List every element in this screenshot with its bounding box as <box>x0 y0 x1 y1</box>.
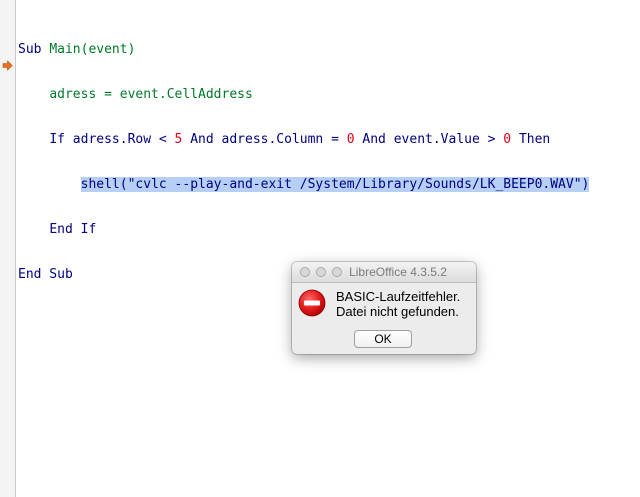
stop-icon <box>298 289 326 317</box>
arrow-right-icon <box>2 60 13 71</box>
code-token: Then <box>511 132 551 147</box>
code-line-current: shell("cvlc --play-and-exit /System/Libr… <box>18 177 640 192</box>
dialog-message-line: BASIC-Laufzeitfehler. <box>336 289 461 304</box>
code-line: adress = event.CellAddress <box>18 87 640 102</box>
code-token: End If <box>49 222 97 237</box>
dialog-message: BASIC-Laufzeitfehler. Datei nicht gefund… <box>336 289 460 319</box>
code-token: If adress.Row < <box>49 132 175 147</box>
dialog-title: LibreOffice 4.3.5.2 <box>349 265 447 279</box>
code-token: And adress.Column = <box>182 132 347 147</box>
code-editor[interactable]: Sub Main(event) adress = event.CellAddre… <box>18 12 640 297</box>
code-token: And event.Value > <box>354 132 504 147</box>
code-token: End Sub <box>18 267 73 282</box>
code-token: Sub <box>18 42 50 57</box>
code-selection: shell("cvlc --play-and-exit /System/Libr… <box>80 177 590 192</box>
code-number: 0 <box>503 132 512 147</box>
editor-gutter <box>0 0 16 497</box>
code-line: End If <box>18 222 640 237</box>
error-dialog: LibreOffice 4.3.5.2 BASIC-Laufzeitfehler… <box>292 262 476 354</box>
code-number: 0 <box>346 132 355 147</box>
ok-button[interactable]: OK <box>354 330 412 348</box>
dialog-message-line: Datei nicht gefunden. <box>336 304 459 319</box>
code-token: adress = event.CellAddress <box>49 87 253 102</box>
code-line: If adress.Row < 5 And adress.Column = 0 … <box>18 132 640 147</box>
code-line: Sub Main(event) <box>18 42 640 57</box>
dialog-titlebar: LibreOffice 4.3.5.2 <box>292 262 476 283</box>
code-token: Main(event) <box>49 42 136 57</box>
